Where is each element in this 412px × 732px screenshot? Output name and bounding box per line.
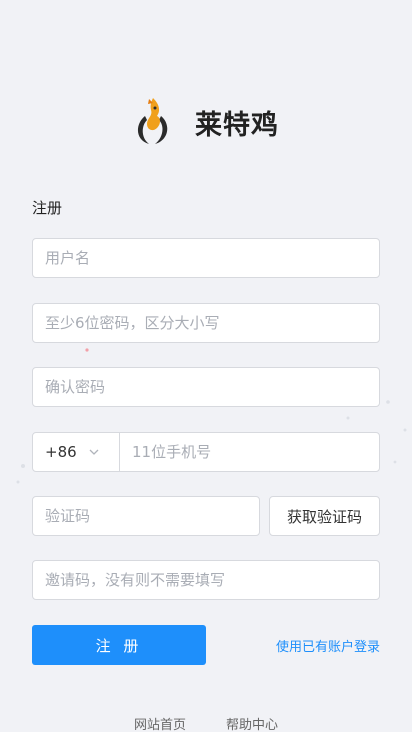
register-button[interactable]: 注 册 [32,625,206,665]
country-code-value: +86 [45,443,77,461]
confirm-password-field [32,367,380,407]
verification-field [32,496,260,536]
username-field [32,238,380,278]
footer-links: 网站首页 帮助中心 [0,714,412,732]
password-field [32,303,380,343]
footer-home-link[interactable]: 网站首页 [134,714,186,732]
password-input[interactable] [33,304,379,342]
get-code-button[interactable]: 获取验证码 [269,496,380,536]
brand-name: 莱特鸡 [195,109,279,141]
chevron-down-icon [89,449,99,455]
invite-code-input[interactable] [33,561,379,599]
phone-input[interactable] [120,433,379,471]
footer-help-link[interactable]: 帮助中心 [226,714,278,732]
rooster-flame-icon [137,98,168,144]
brand-header: 莱特鸡 [0,96,412,148]
verification-code-input[interactable] [33,497,259,535]
phone-input-wrap [120,433,379,471]
country-code-select[interactable]: +86 [33,433,120,471]
invite-code-field [32,560,380,600]
form-title: 注册 [32,199,63,217]
phone-field: +86 [32,432,380,472]
confirm-password-input[interactable] [33,368,379,406]
username-input[interactable] [33,239,379,277]
login-link[interactable]: 使用已有账户登录 [276,636,380,655]
